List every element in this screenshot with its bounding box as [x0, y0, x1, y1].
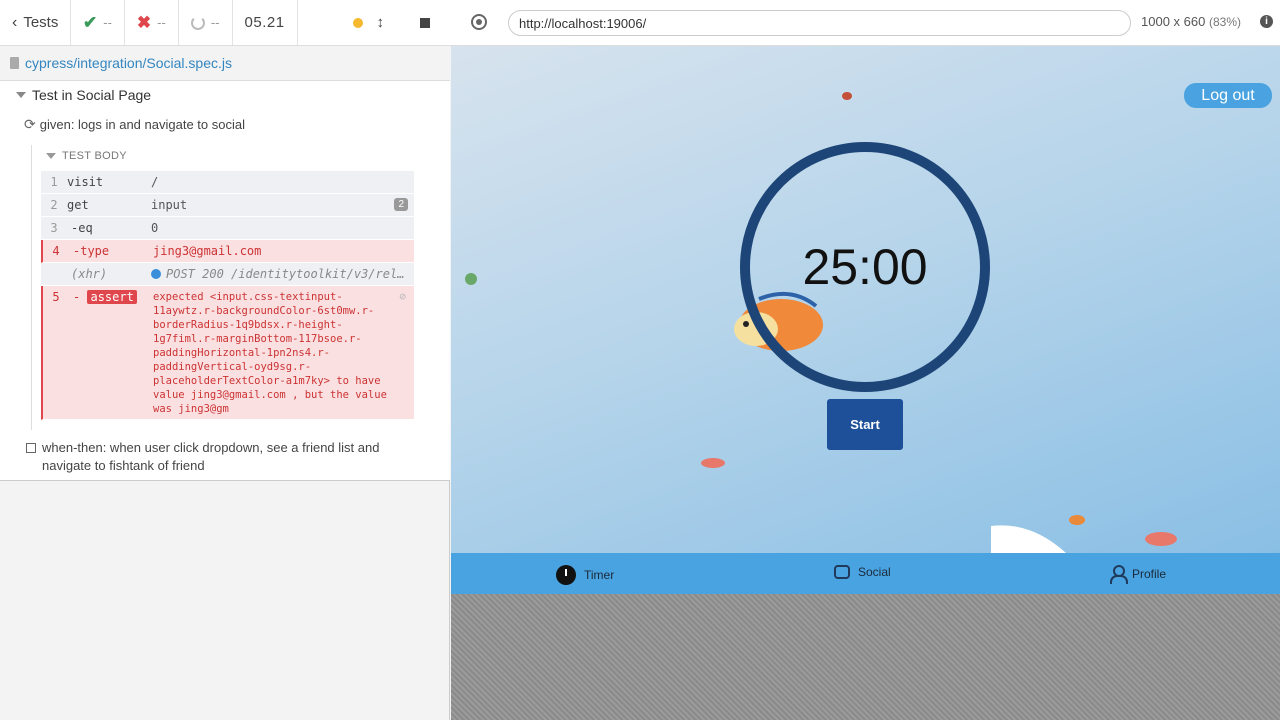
xhr-row[interactable]: (xhr) POST 200 /identitytoolkit/v3/rel… — [41, 263, 414, 286]
tab-social[interactable]: Social — [834, 565, 891, 579]
command-name: get — [67, 198, 89, 212]
clock-icon — [556, 565, 576, 585]
command-row[interactable]: 2 get input 2 — [41, 194, 414, 217]
check-icon: ✔ — [83, 12, 98, 32]
tab-timer[interactable]: Timer — [556, 565, 614, 585]
pending-test-row[interactable]: when-then: when user click dropdown, see… — [26, 439, 406, 475]
cypress-runner: ‹ Tests ✔ -- ✖ -- -- 05.21 ↕ cypress/int… — [0, 0, 1280, 720]
test-title: given: logs in and navigate to social — [39, 117, 245, 132]
command-row-failed[interactable]: 4 -type jing3@gmail.com — [41, 240, 414, 263]
caret-down-icon — [46, 153, 56, 159]
suite-title: Test in Social Page — [32, 87, 152, 103]
command-number: 3 — [50, 221, 58, 235]
command-message: POST 200 /identitytoolkit/v3/rel… — [151, 263, 414, 285]
tests-label: Tests — [23, 14, 59, 31]
test-body-header[interactable]: TEST BODY — [46, 150, 127, 162]
timer-display: 25:00 — [802, 239, 928, 295]
failed-stat: ✖ -- — [125, 0, 179, 45]
scroll-toggle-icon[interactable]: ↕ — [377, 14, 385, 31]
xhr-status-icon — [151, 269, 161, 279]
pending-stat: -- — [179, 0, 233, 45]
aut-header: http://localhost:19006/ 1000 x 660 (83%)… — [450, 0, 1280, 46]
command-message: input — [151, 198, 188, 212]
tab-label: Social — [858, 565, 891, 579]
assert-message: expected <input.css-textinput- 11aywtz.r… — [153, 291, 387, 415]
stop-icon[interactable] — [420, 17, 430, 28]
chevron-left-icon: ‹ — [12, 13, 18, 31]
failed-count: -- — [157, 15, 166, 30]
tab-label: Timer — [584, 568, 615, 582]
pending-count: -- — [210, 15, 220, 30]
spec-file-bar: cypress/integration/Social.spec.js — [0, 46, 450, 81]
x-icon: ✖ — [136, 12, 152, 32]
passed-count: -- — [103, 15, 112, 30]
command-number: 1 — [50, 175, 58, 189]
viewport-empty-area — [451, 594, 1280, 720]
caret-down-icon — [16, 92, 26, 98]
viewport-size: 1000 x 660 — [1141, 14, 1206, 29]
command-name: - assert — [69, 286, 153, 419]
spec-file-link[interactable]: cypress/integration/Social.spec.js — [25, 55, 232, 71]
test-body-label: TEST BODY — [62, 150, 127, 162]
logout-button[interactable]: Log out — [1184, 83, 1272, 108]
zoom-level: (83%) — [1208, 15, 1241, 29]
bottom-tab-bar: Timer Social Profile — [451, 553, 1280, 594]
tab-profile[interactable]: Profile — [1110, 565, 1167, 584]
command-name: -type — [73, 244, 110, 258]
app-viewport: Log out 25:00 Start Timer Social Profile — [451, 46, 1280, 594]
command-name: (xhr) — [71, 267, 108, 281]
xhr-message: POST 200 /identitytoolkit/v3/rel… — [166, 267, 405, 281]
pending-test-title: when-then: when user click dropdown, see… — [42, 440, 380, 473]
info-icon[interactable]: i — [1260, 15, 1273, 28]
tests-button[interactable]: ‹ Tests — [0, 0, 71, 45]
passed-stat: ✔ -- — [71, 0, 125, 45]
command-number: 5 — [52, 290, 60, 304]
command-message: jing3@gmail.com — [153, 244, 262, 258]
command-message: 0 — [151, 221, 159, 235]
viewport-info[interactable]: 1000 x 660 (83%) — [1141, 14, 1241, 29]
command-prefix: - — [73, 290, 81, 304]
command-name: -eq — [71, 221, 93, 235]
command-number: 2 — [50, 198, 58, 212]
pending-spinner-icon — [190, 15, 205, 30]
eye-slash-icon: ⊘ — [399, 290, 406, 303]
fishbowl-icon — [834, 565, 850, 579]
running-indicator-icon — [352, 17, 363, 28]
command-number — [41, 263, 67, 285]
command-message: / — [151, 175, 159, 189]
runner-controls: ↕ — [298, 0, 450, 45]
person-icon — [1110, 565, 1128, 584]
start-button[interactable]: Start — [827, 399, 903, 450]
file-icon — [10, 57, 19, 69]
element-count-badge: 2 — [394, 198, 408, 211]
command-row-assert-failed[interactable]: 5 - assert expected <input.css-textinput… — [41, 286, 414, 420]
test-divider — [31, 145, 32, 430]
selector-playground-icon[interactable] — [471, 14, 487, 30]
assert-tag: assert — [87, 290, 137, 304]
refresh-icon: ⟳ — [24, 116, 36, 132]
url-field[interactable]: http://localhost:19006/ — [508, 10, 1131, 36]
reporter-panel: ‹ Tests ✔ -- ✖ -- -- 05.21 ↕ cypress/int… — [0, 0, 450, 720]
reporter-header: ‹ Tests ✔ -- ✖ -- -- 05.21 ↕ — [0, 0, 450, 46]
test-row[interactable]: ⟳ given: logs in and navigate to social — [24, 116, 245, 133]
command-log: 1 visit / 2 get input 2 3 -eq 0 4 -type … — [41, 171, 414, 420]
runnables-list: Test in Social Page ⟳ given: logs in and… — [0, 81, 450, 481]
timer-ring: 25:00 — [740, 142, 990, 392]
pending-checkbox-icon — [26, 443, 36, 453]
tab-label: Profile — [1132, 566, 1167, 581]
command-number: 4 — [52, 244, 60, 258]
command-row[interactable]: 3 -eq 0 — [41, 217, 414, 240]
command-name: visit — [67, 175, 104, 189]
suite-row[interactable]: Test in Social Page — [16, 87, 151, 103]
command-row[interactable]: 1 visit / — [41, 171, 414, 194]
duration: 05.21 — [233, 0, 298, 45]
